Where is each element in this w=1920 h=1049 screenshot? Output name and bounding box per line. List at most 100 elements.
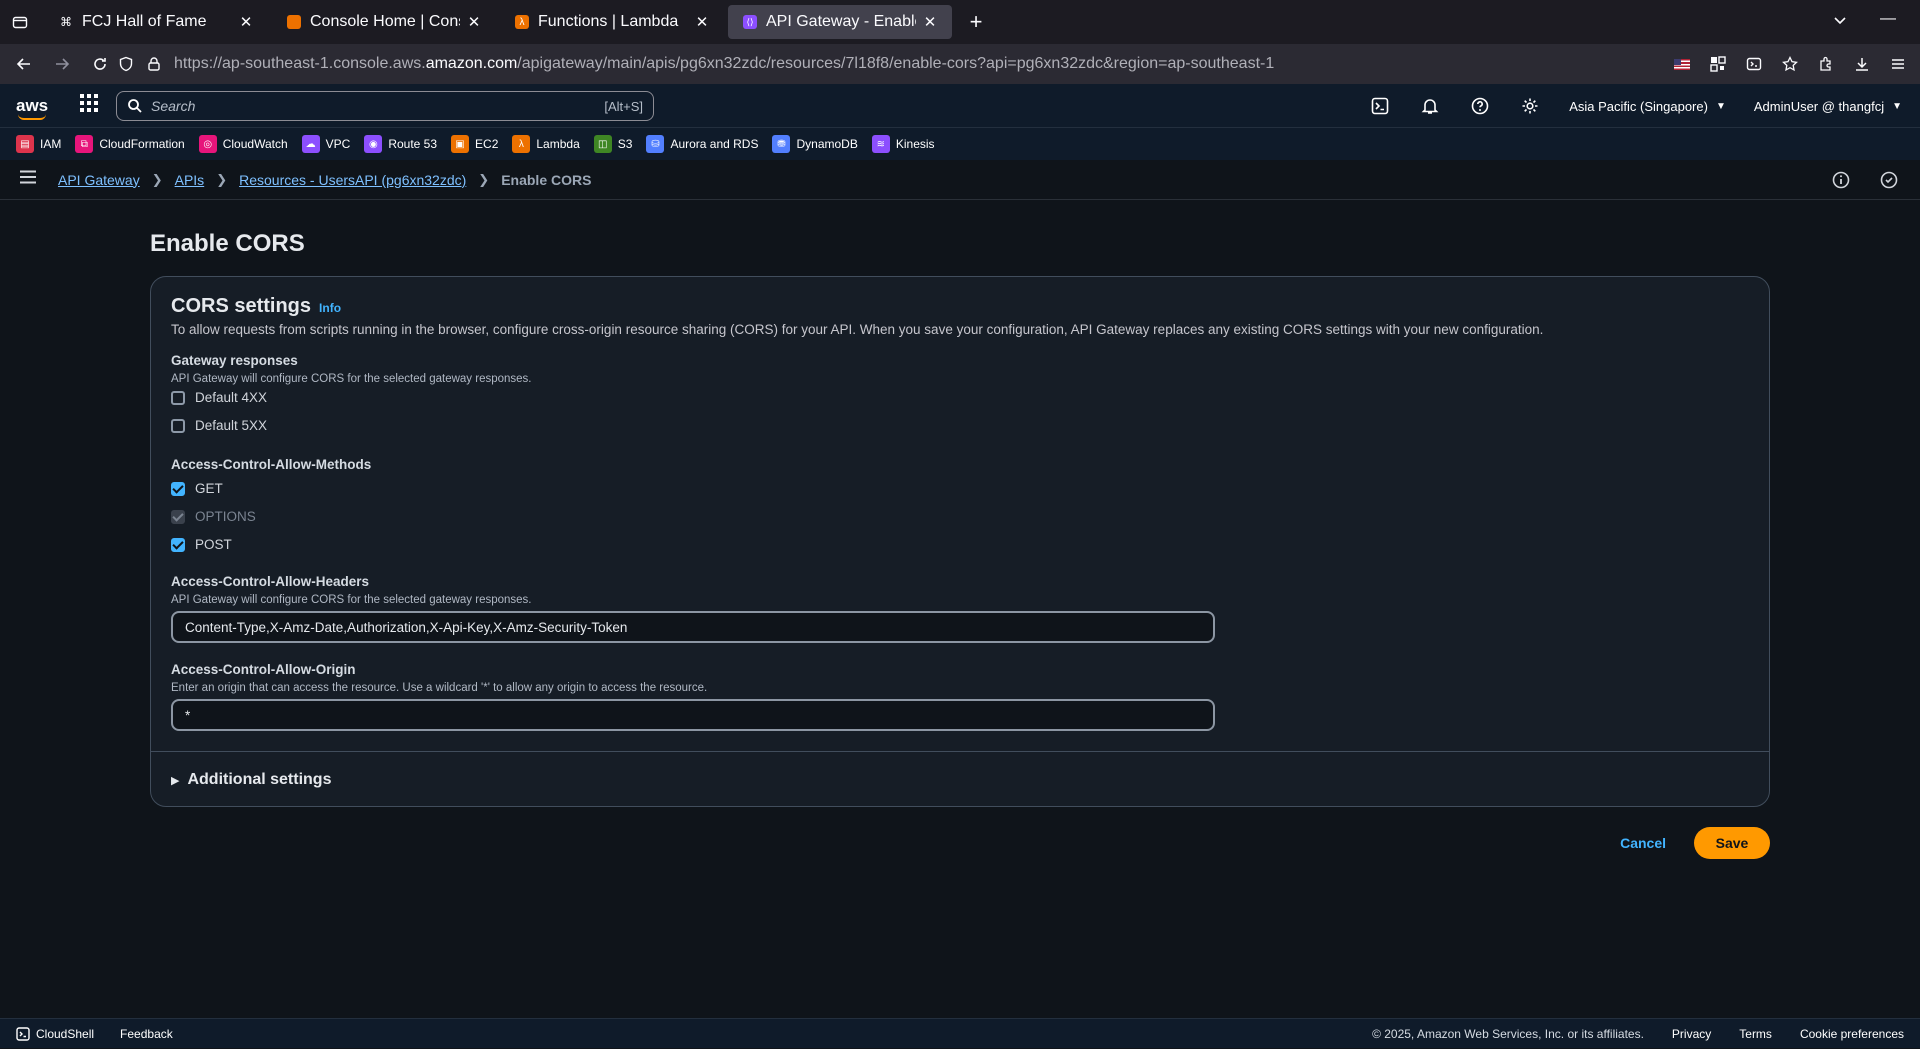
s3-icon: ◫ [593, 135, 612, 153]
cloudwatch-icon: ◎ [198, 135, 217, 153]
terms-link[interactable]: Terms [1739, 1027, 1772, 1041]
save-button[interactable]: Save [1694, 827, 1770, 859]
checkbox-label: POST [195, 537, 232, 552]
browser-tab-console[interactable]: Console Home | Console ✕ [272, 5, 496, 39]
allow-origin-input[interactable]: * [171, 699, 1215, 731]
checkbox-default-5xx[interactable]: Default 5XX [171, 418, 267, 433]
favorite-cloudformation[interactable]: ⧉ CloudFormation [75, 135, 185, 153]
breadcrumb-api-gateway[interactable]: API Gateway [58, 172, 140, 188]
chevron-right-icon: ❯ [216, 171, 228, 187]
close-icon[interactable]: ✕ [920, 13, 940, 31]
reload-icon[interactable] [86, 50, 114, 78]
browser-tab-api-gateway[interactable]: ⟨⟩ API Gateway - Enable CORS ✕ [728, 5, 952, 39]
notifications-bell-icon[interactable] [1419, 95, 1441, 117]
favorite-lambda[interactable]: λ Lambda [512, 135, 580, 153]
rds-icon: ⛁ [646, 135, 665, 153]
favorite-ec2[interactable]: ▣ EC2 [451, 135, 498, 153]
close-icon[interactable]: ✕ [236, 13, 256, 31]
favorite-vpc[interactable]: ☁ VPC [301, 135, 351, 153]
region-selector[interactable]: Asia Pacific (Singapore) ▼ [1569, 99, 1726, 114]
checkbox-box[interactable] [171, 537, 185, 552]
favorite-kinesis[interactable]: ≋ Kinesis [871, 135, 935, 153]
tab-title: Console Home | Console [310, 13, 460, 30]
vpc-icon: ☁ [301, 135, 320, 153]
cloudshell-link[interactable]: CloudShell [16, 1027, 94, 1041]
favorite-label: VPC [325, 137, 351, 151]
checkbox-box[interactable] [171, 390, 185, 405]
cloudshell-icon[interactable] [1369, 95, 1391, 117]
services-grid-icon[interactable] [80, 94, 98, 117]
checkbox-box[interactable] [171, 418, 185, 433]
favorite-label: Aurora and RDS [670, 137, 759, 151]
browser-tab-lambda[interactable]: λ Functions | Lambda ✕ [500, 5, 724, 39]
bookmark-star-icon[interactable] [1776, 50, 1804, 78]
lambda-icon: λ [512, 135, 531, 153]
search-input[interactable] [151, 98, 605, 114]
qr-code-icon[interactable] [1704, 50, 1732, 78]
account-menu[interactable]: AdminUser @ thangfcj ▼ [1754, 99, 1902, 114]
feedback-shield-icon[interactable] [1878, 169, 1900, 191]
favorite-iam[interactable]: ▤ IAM [16, 135, 61, 153]
cookie-preferences-link[interactable]: Cookie preferences [1800, 1027, 1904, 1041]
breadcrumb-apis[interactable]: APIs [175, 172, 205, 188]
tab-list-icon[interactable] [0, 0, 40, 44]
additional-settings-expander[interactable]: ▶ Additional settings [171, 771, 331, 789]
cors-settings-card: CORS settings Info To allow requests fro… [150, 276, 1770, 807]
page-title: Enable CORS [150, 230, 305, 257]
favorite-cloudwatch[interactable]: ◎ CloudWatch [198, 135, 288, 153]
search-bar[interactable]: [Alt+S] [116, 91, 654, 121]
cloudshell-icon [16, 1026, 30, 1041]
forward-arrow-icon[interactable] [48, 50, 76, 78]
back-arrow-icon[interactable] [10, 50, 38, 78]
browser-tab-fcj[interactable]: ⌘ FCJ Hall of Fame ✕ [44, 5, 268, 39]
favorite-aurora-rds[interactable]: ⛁ Aurora and RDS [646, 135, 758, 153]
checkbox-label: Default 5XX [195, 418, 268, 433]
breadcrumb-current: Enable CORS [501, 171, 592, 188]
hamburger-menu-icon[interactable] [20, 170, 44, 189]
aws-nav-right: Asia Pacific (Singapore) ▼ AdminUser @ th… [1369, 84, 1920, 128]
lock-icon[interactable] [146, 56, 166, 72]
menu-icon[interactable] [1884, 50, 1912, 78]
favorite-dynamodb[interactable]: ⛃ DynamoDB [772, 135, 858, 153]
extensions-icon[interactable] [1812, 50, 1840, 78]
allow-methods-label: Access-Control-Allow-Methods [171, 457, 372, 472]
close-icon[interactable]: ✕ [464, 13, 484, 31]
favorite-route53[interactable]: ◉ Route 53 [364, 135, 437, 153]
checkbox-label: GET [195, 481, 223, 496]
form-actions: Cancel Save [1620, 827, 1770, 859]
aws-logo[interactable]: aws [16, 97, 52, 120]
favorite-s3[interactable]: ◫ S3 [593, 135, 632, 153]
checkbox-post[interactable]: POST [171, 537, 232, 552]
close-icon[interactable]: ✕ [692, 13, 712, 31]
checkbox-default-4xx[interactable]: Default 4XX [171, 390, 267, 405]
additional-settings-label: Additional settings [187, 771, 332, 788]
info-link[interactable]: Info [319, 301, 341, 315]
minimize-icon[interactable]: — [1880, 10, 1896, 28]
gateway-responses-description: API Gateway will configure CORS for the … [171, 373, 532, 385]
search-icon [127, 98, 143, 114]
privacy-link[interactable]: Privacy [1672, 1027, 1711, 1041]
feedback-link[interactable]: Feedback [120, 1027, 173, 1041]
info-circle-icon[interactable] [1830, 169, 1852, 191]
copyright-text: © 2025, Amazon Web Services, Inc. or its… [1372, 1027, 1644, 1041]
help-icon[interactable] [1469, 95, 1491, 117]
command-icon: ⌘ [60, 15, 72, 29]
cancel-button[interactable]: Cancel [1620, 835, 1666, 851]
checkbox-box [171, 509, 185, 524]
flag-icon[interactable] [1668, 50, 1696, 78]
checkbox-get[interactable]: GET [171, 481, 223, 496]
settings-gear-icon[interactable] [1519, 95, 1541, 117]
new-tab-button[interactable]: + [958, 4, 994, 40]
developer-tools-icon[interactable] [1740, 50, 1768, 78]
url-path: /apigateway/main/apis/pg6xn32zdc/resourc… [517, 55, 1275, 72]
checkbox-label: Default 4XX [195, 390, 268, 405]
breadcrumb-resources[interactable]: Resources - UsersAPI (pg6xn32zdc) [239, 172, 466, 188]
chevron-down-icon[interactable] [1832, 12, 1848, 33]
console-footer: CloudShell Feedback © 2025, Amazon Web S… [0, 1018, 1920, 1048]
allow-headers-input[interactable]: Content-Type,X-Amz-Date,Authorization,X-… [171, 611, 1215, 643]
checkbox-box[interactable] [171, 481, 185, 496]
favorite-label: Lambda [536, 137, 580, 151]
download-icon[interactable] [1848, 50, 1876, 78]
url-bar[interactable]: https://ap-southeast-1.console.aws. amazo… [118, 50, 1692, 78]
shield-icon[interactable] [118, 56, 138, 72]
